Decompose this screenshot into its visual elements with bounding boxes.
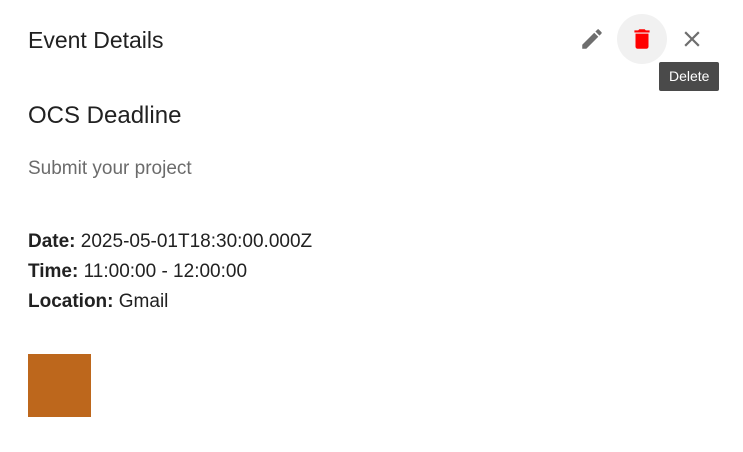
dialog-title: Event Details [28,27,164,53]
event-details-dialog: Event Details Delete OCS Deadline Submit… [0,0,743,452]
date-value: 2025-05-01T18:30:00.000Z [80,231,313,252]
location-label: Location: [28,291,114,312]
date-row: Date: 2025-05-01T18:30:00.000Z [28,227,312,257]
dialog-actions [567,14,717,64]
location-value: Gmail [118,291,169,312]
close-button[interactable] [667,14,717,64]
event-description: Submit your project [28,158,192,179]
edit-button[interactable] [567,14,617,64]
date-label: Date: [28,231,76,252]
delete-button[interactable] [617,14,667,64]
delete-tooltip: Delete [659,62,720,91]
event-details-list: Date: 2025-05-01T18:30:00.000Z Time: 11:… [28,227,312,317]
time-value: 11:00:00 - 12:00:00 [83,261,248,282]
event-color-swatch [28,354,91,417]
pencil-icon [579,26,605,52]
location-row: Location: Gmail [28,287,312,317]
trash-icon [629,26,655,52]
event-title: OCS Deadline [28,102,182,129]
time-label: Time: [28,261,79,282]
close-icon [679,26,705,52]
time-row: Time: 11:00:00 - 12:00:00 [28,257,312,287]
